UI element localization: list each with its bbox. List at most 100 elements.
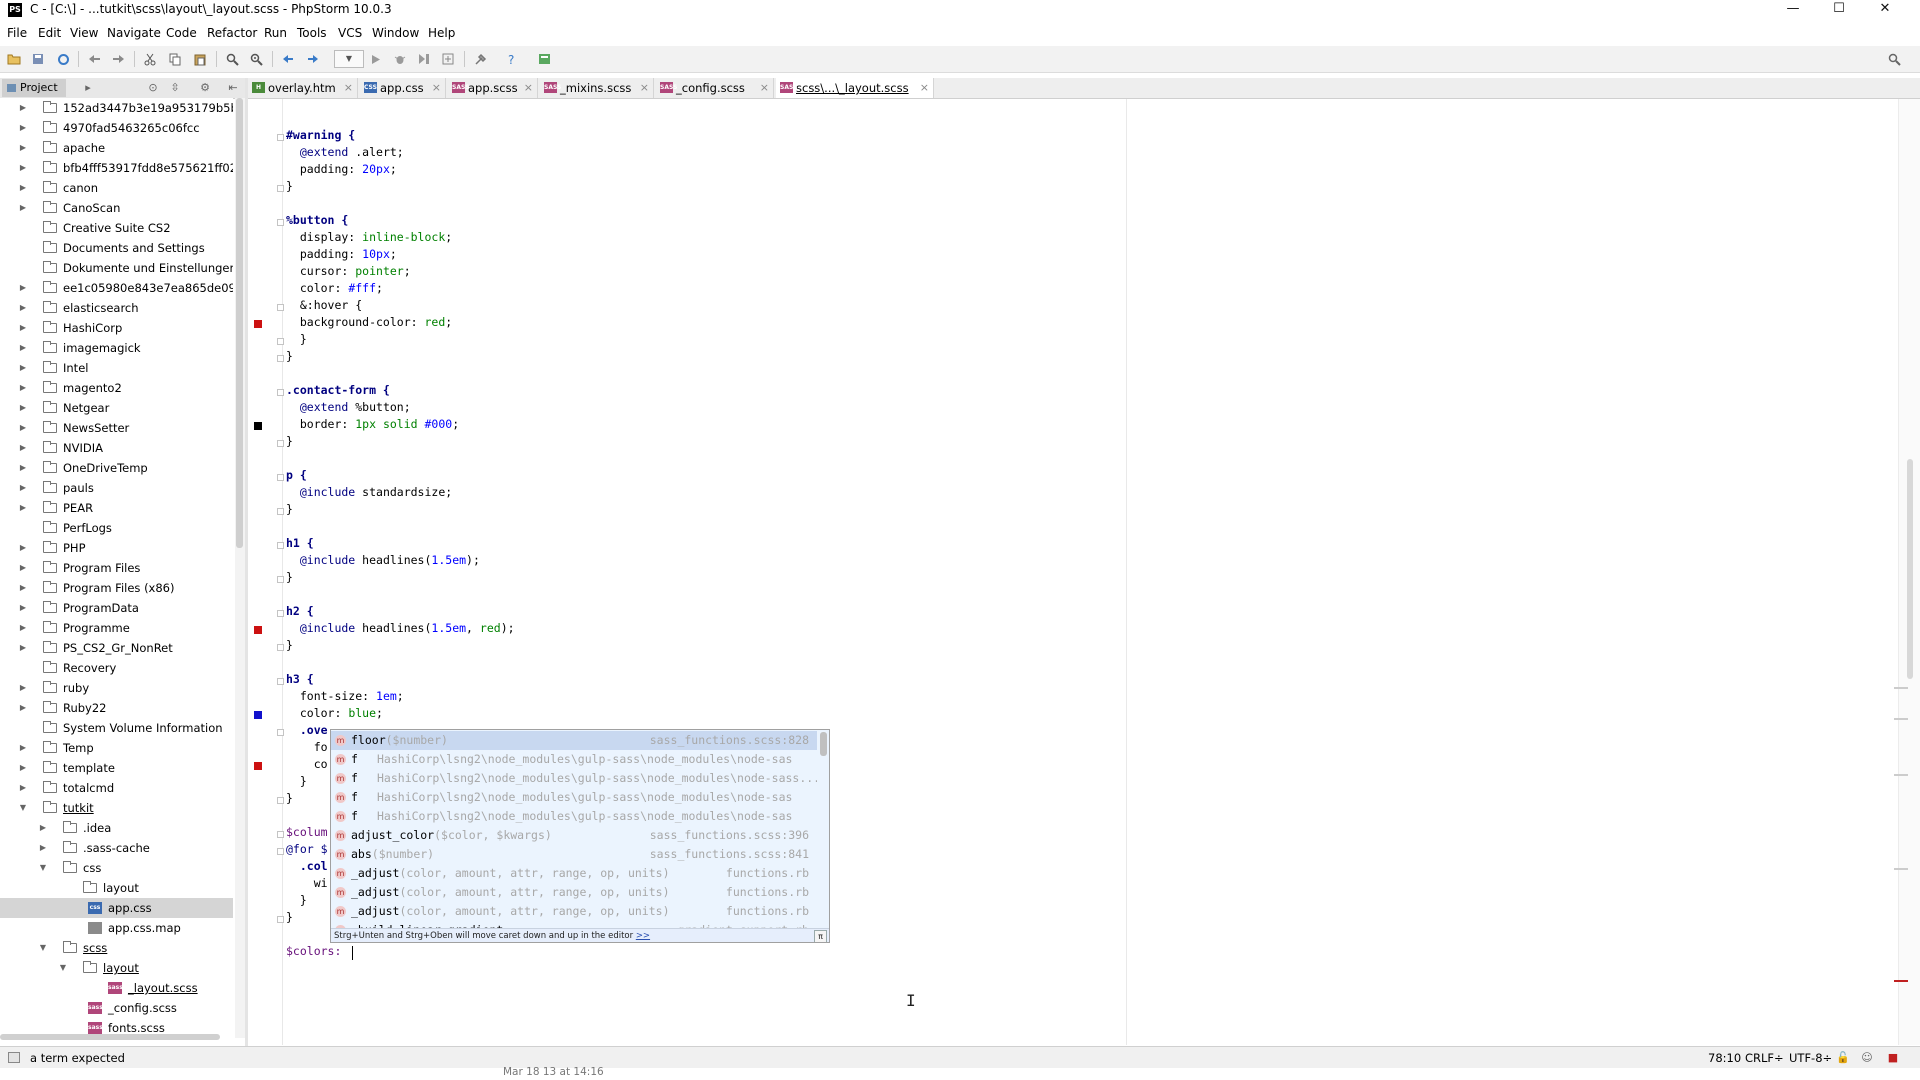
chevron-right-icon[interactable]: ▶ xyxy=(18,418,28,438)
tree-item[interactable]: ▶ Ruby22 xyxy=(0,698,233,718)
project-view-selector[interactable]: Project xyxy=(2,79,66,97)
help-icon[interactable]: ? xyxy=(504,51,520,67)
tree-item[interactable]: ▶ pauls xyxy=(0,478,233,498)
completion-item[interactable]: m adjust_color($color, $kwargs) sass_funct… xyxy=(331,826,817,845)
hide-panel-icon[interactable]: ⇤ xyxy=(225,80,241,96)
coverage-icon[interactable] xyxy=(416,51,432,67)
menu-file[interactable]: File xyxy=(7,26,27,40)
tree-scrollbar[interactable] xyxy=(235,98,245,1038)
completion-hint-more-link[interactable]: >> xyxy=(636,931,650,941)
tree-item[interactable]: ▶ OneDriveTemp xyxy=(0,458,233,478)
fold-marker[interactable] xyxy=(277,304,284,311)
close-tab-icon[interactable]: × xyxy=(640,78,649,98)
cut-icon[interactable] xyxy=(142,51,158,67)
chevron-right-icon[interactable]: ▶ xyxy=(18,378,28,398)
chevron-right-icon[interactable]: ▶ xyxy=(18,698,28,718)
maximize-button[interactable]: ☐ xyxy=(1816,0,1862,20)
tab-app-css[interactable]: CSS app.css × xyxy=(360,78,446,98)
color-preview-marker[interactable] xyxy=(254,711,262,719)
fold-marker[interactable] xyxy=(277,831,284,838)
chevron-down-icon[interactable]: ▼ xyxy=(38,858,48,878)
chevron-right-icon[interactable]: ▶ xyxy=(18,678,28,698)
editor-scroll-thumb[interactable] xyxy=(1907,459,1913,679)
completion-item[interactable]: m f HashiCorp\lsng2\node_modules\gulp-sass… xyxy=(331,807,817,826)
tree-item[interactable]: ▶ template xyxy=(0,758,233,778)
close-tab-icon[interactable]: × xyxy=(920,78,929,98)
run-config-combo[interactable]: ▼ xyxy=(334,50,364,68)
run-icon[interactable] xyxy=(368,51,384,67)
back-icon[interactable] xyxy=(280,51,296,67)
sync-target-icon[interactable]: ⊙ xyxy=(145,80,161,96)
scrollbar-marker[interactable] xyxy=(1894,868,1908,870)
chevron-right-icon[interactable]: ▶ xyxy=(18,158,28,178)
sync-icon[interactable] xyxy=(55,51,71,67)
completion-item[interactable]: m f HashiCorp\lsng2\node_modules\gulp-sass… xyxy=(331,750,817,769)
chevron-right-icon[interactable]: ▶ xyxy=(18,558,28,578)
chevron-right-icon[interactable]: ▶ xyxy=(18,458,28,478)
tree-item[interactable]: ▶ NVIDIA xyxy=(0,438,233,458)
chevron-right-icon[interactable]: ▶ xyxy=(18,298,28,318)
chevron-right-icon[interactable]: ▶ xyxy=(18,618,28,638)
fold-marker[interactable] xyxy=(277,644,284,651)
tree-item[interactable]: ▶ HashiCorp xyxy=(0,318,233,338)
fold-marker[interactable] xyxy=(277,185,284,192)
menu-window[interactable]: Window xyxy=(372,26,419,40)
chevron-right-icon[interactable]: ▶ xyxy=(18,598,28,618)
tab-config-scss[interactable]: SASS _config.scss × xyxy=(656,78,774,98)
fold-marker[interactable] xyxy=(277,219,284,226)
tasks-icon[interactable] xyxy=(536,51,552,67)
tab-overlay-htm[interactable]: Hoverlay.htm × xyxy=(248,78,358,98)
tree-item[interactable]: app.css.map xyxy=(0,918,233,938)
fold-marker[interactable] xyxy=(277,338,284,345)
menu-tools[interactable]: Tools xyxy=(297,26,327,40)
pi-icon[interactable]: π xyxy=(814,930,827,942)
paste-icon[interactable] xyxy=(192,51,208,67)
event-log-icon[interactable]: ■ xyxy=(1886,1051,1900,1065)
gear-icon[interactable]: ⚙ xyxy=(197,80,213,96)
scrollbar-marker[interactable] xyxy=(1894,718,1908,720)
menu-run[interactable]: Run xyxy=(264,26,287,40)
completion-item[interactable]: m _adjust(color, amount, attr, range, op,… xyxy=(331,883,817,902)
fold-marker[interactable] xyxy=(277,797,284,804)
forward-icon[interactable] xyxy=(305,51,321,67)
tree-item[interactable]: ▶ Netgear xyxy=(0,398,233,418)
chevron-right-icon[interactable]: ▶ xyxy=(18,118,28,138)
tree-item[interactable]: ▶ apache xyxy=(0,138,233,158)
tree-item[interactable]: ▶ Intel xyxy=(0,358,233,378)
redo-icon[interactable] xyxy=(110,51,126,67)
tree-item[interactable]: ▼ css xyxy=(0,858,233,878)
fold-marker[interactable] xyxy=(277,440,284,447)
chevron-down-icon[interactable]: ▼ xyxy=(38,938,48,958)
tree-item[interactable]: ▶ NewsSetter xyxy=(0,418,233,438)
fold-marker[interactable] xyxy=(277,610,284,617)
fold-marker[interactable] xyxy=(277,729,284,736)
tree-item[interactable]: ▼ layout xyxy=(0,958,233,978)
open-icon[interactable] xyxy=(6,51,22,67)
fold-marker[interactable] xyxy=(277,389,284,396)
tree-item[interactable]: System Volume Information xyxy=(0,718,233,738)
scrollbar-marker[interactable] xyxy=(1894,980,1908,982)
tree-item[interactable]: ▶ ee1c05980e843e7ea865de091f68b xyxy=(0,278,233,298)
chevron-right-icon[interactable]: ▶ xyxy=(18,178,28,198)
search-everywhere-icon[interactable] xyxy=(1886,51,1902,67)
close-tab-icon[interactable]: × xyxy=(524,78,533,98)
inspector-icon[interactable]: ☺ xyxy=(1860,1051,1874,1065)
fold-marker[interactable] xyxy=(277,916,284,923)
fold-marker[interactable] xyxy=(277,848,284,855)
tool-windows-icon[interactable] xyxy=(8,1052,20,1063)
debug-icon[interactable] xyxy=(392,51,408,67)
chevron-right-icon[interactable]: ▶ xyxy=(18,438,28,458)
tree-item[interactable]: Dokumente und Einstellungen xyxy=(0,258,233,278)
chevron-down-icon[interactable]: ▼ xyxy=(18,798,28,818)
menu-vcs[interactable]: VCS xyxy=(338,26,362,40)
fold-marker[interactable] xyxy=(277,678,284,685)
fold-marker[interactable] xyxy=(277,134,284,141)
completion-item[interactable]: m f HashiCorp\lsng2\node_modules\gulp-sass… xyxy=(331,769,817,788)
settings-icon[interactable] xyxy=(472,51,488,67)
tree-item[interactable]: sass _layout.scss xyxy=(0,978,233,998)
completion-item[interactable]: m abs($number) sass_functions.scss:841 xyxy=(331,845,817,864)
chevron-down-icon[interactable]: ▼ xyxy=(58,958,68,978)
close-tab-icon[interactable]: × xyxy=(760,78,769,98)
chevron-right-icon[interactable]: ▶ xyxy=(38,838,48,858)
editor-scrollbar[interactable] xyxy=(1898,99,1920,1045)
